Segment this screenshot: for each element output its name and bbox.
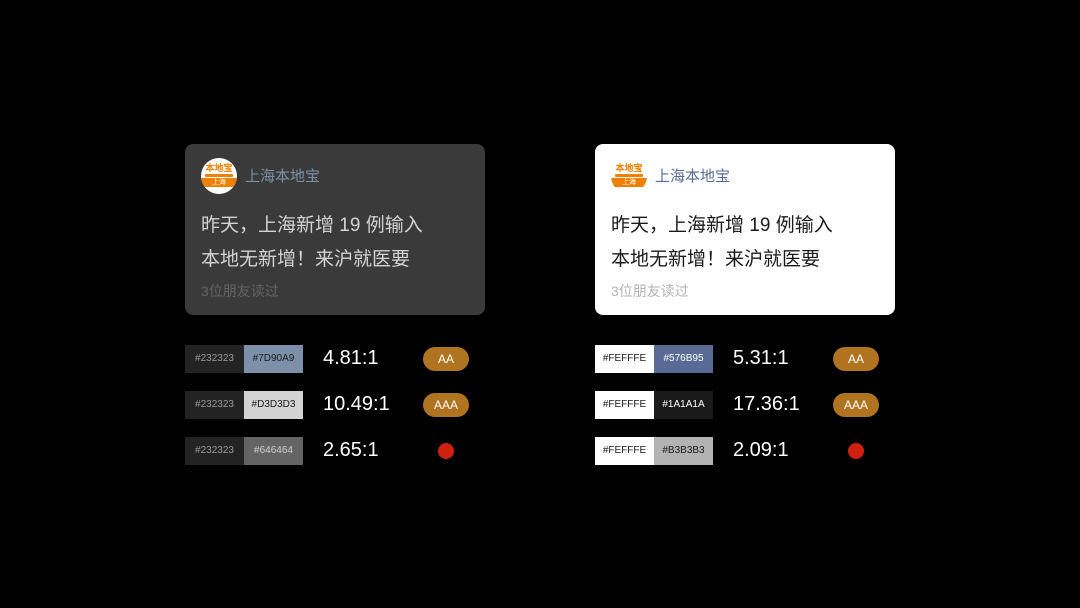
subtext: 3位朋友读过 <box>611 281 879 301</box>
avatar: 本地宝 上海 <box>201 158 237 194</box>
headline-line2: 本地无新增！来沪就医要 <box>611 246 879 275</box>
fg-swatch: #1A1A1A <box>654 391 713 419</box>
contrast-row: #FEFFFE #B3B3B3 2.09:1 <box>595 437 895 465</box>
avatar-top: 本地宝 <box>615 164 642 173</box>
swatch-pair: #FEFFFE #576B95 <box>595 345 713 373</box>
contrast-ratio: 2.09:1 <box>733 439 813 462</box>
avatar-top: 本地宝 <box>205 164 232 173</box>
bg-swatch: #FEFFFE <box>595 437 654 465</box>
contrast-ratio: 2.65:1 <box>323 439 403 462</box>
bg-swatch: #232323 <box>185 391 244 419</box>
headline-line1: 昨天，上海新增 19 例输入 <box>201 212 469 241</box>
contrast-row: #FEFFFE #576B95 5.31:1 AA <box>595 345 895 373</box>
fg-swatch: #D3D3D3 <box>244 391 303 419</box>
bg-swatch: #FEFFFE <box>595 391 654 419</box>
avatar-divider <box>205 174 234 177</box>
contrast-rows: #232323 #7D90A9 4.81:1 AA #232323 #D3D3D… <box>185 345 485 465</box>
card-header: 本地宝 上海 上海本地宝 <box>201 158 469 194</box>
source-name: 上海本地宝 <box>655 165 730 186</box>
fg-swatch: #646464 <box>244 437 303 465</box>
light-card: 本地宝 上海 上海本地宝 昨天，上海新增 19 例输入 本地无新增！来沪就医要 … <box>595 144 895 315</box>
fg-swatch: #B3B3B3 <box>654 437 713 465</box>
subtext: 3位朋友读过 <box>201 281 469 301</box>
source-name: 上海本地宝 <box>245 165 320 186</box>
contrast-ratio: 17.36:1 <box>733 393 813 416</box>
dark-mode-panel: 本地宝 上海 上海本地宝 昨天，上海新增 19 例输入 本地无新增！来沪就医要 … <box>185 144 485 465</box>
avatar-bottom: 上海 <box>611 178 647 187</box>
grade-badge: AA <box>833 347 879 371</box>
contrast-row: #232323 #646464 2.65:1 <box>185 437 485 465</box>
swatch-pair: #232323 #646464 <box>185 437 303 465</box>
headline-line1: 昨天，上海新增 19 例输入 <box>611 212 879 241</box>
headline-line2: 本地无新增！来沪就医要 <box>201 246 469 275</box>
bg-swatch: #232323 <box>185 345 244 373</box>
contrast-row: #FEFFFE #1A1A1A 17.36:1 AAA <box>595 391 895 419</box>
fg-swatch: #576B95 <box>654 345 713 373</box>
avatar-bottom: 上海 <box>201 178 237 187</box>
card-header: 本地宝 上海 上海本地宝 <box>611 158 879 194</box>
grade-badge: AA <box>423 347 469 371</box>
dark-card: 本地宝 上海 上海本地宝 昨天，上海新增 19 例输入 本地无新增！来沪就医要 … <box>185 144 485 315</box>
contrast-ratio: 5.31:1 <box>733 347 813 370</box>
contrast-ratio: 4.81:1 <box>323 347 403 370</box>
swatch-pair: #232323 #7D90A9 <box>185 345 303 373</box>
bg-swatch: #FEFFFE <box>595 345 654 373</box>
contrast-ratio: 10.49:1 <box>323 393 403 416</box>
fg-swatch: #7D90A9 <box>244 345 303 373</box>
swatch-pair: #FEFFFE #1A1A1A <box>595 391 713 419</box>
grade-badge: AAA <box>423 393 469 417</box>
contrast-row: #232323 #D3D3D3 10.49:1 AAA <box>185 391 485 419</box>
fail-dot-icon <box>438 443 454 459</box>
avatar-divider <box>615 174 644 177</box>
avatar: 本地宝 上海 <box>611 158 647 194</box>
contrast-rows: #FEFFFE #576B95 5.31:1 AA #FEFFFE #1A1A1… <box>595 345 895 465</box>
contrast-row: #232323 #7D90A9 4.81:1 AA <box>185 345 485 373</box>
light-mode-panel: 本地宝 上海 上海本地宝 昨天，上海新增 19 例输入 本地无新增！来沪就医要 … <box>595 144 895 465</box>
bg-swatch: #232323 <box>185 437 244 465</box>
grade-badge: AAA <box>833 393 879 417</box>
swatch-pair: #232323 #D3D3D3 <box>185 391 303 419</box>
swatch-pair: #FEFFFE #B3B3B3 <box>595 437 713 465</box>
fail-dot-icon <box>848 443 864 459</box>
